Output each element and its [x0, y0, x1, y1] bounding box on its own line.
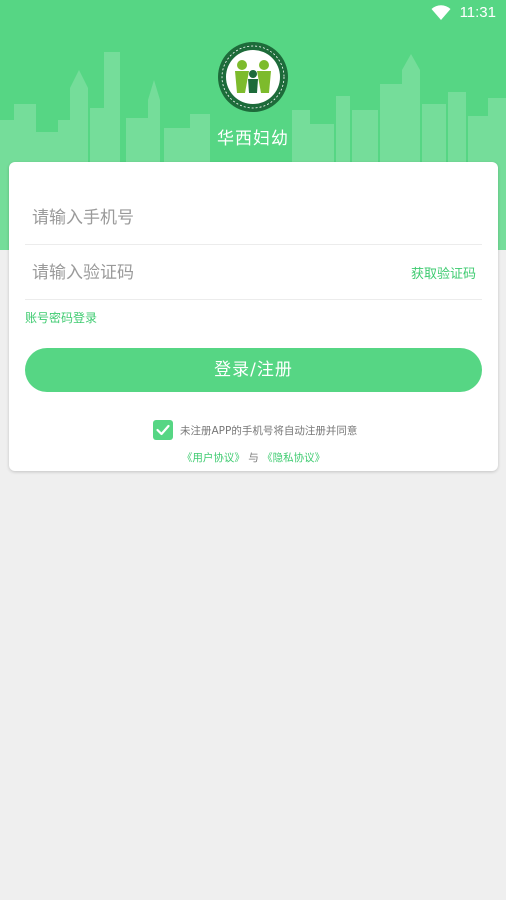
status-time: 11:31: [459, 4, 496, 21]
code-field-row: 获取验证码: [25, 244, 482, 301]
login-register-button[interactable]: 登录/注册: [25, 348, 482, 392]
wifi-icon: [431, 5, 451, 20]
phone-input[interactable]: [30, 189, 394, 246]
app-name: 华西妇幼: [217, 129, 289, 149]
privacy-policy-link[interactable]: 《隐私协议》: [262, 452, 325, 464]
phone-field-row: [25, 189, 482, 246]
user-agreement-link[interactable]: 《用户协议》: [182, 452, 245, 464]
status-bar: 11:31: [0, 0, 506, 28]
and-text: 与: [248, 452, 259, 464]
get-code-button[interactable]: 获取验证码: [411, 263, 476, 282]
password-login-link[interactable]: 账号密码登录: [25, 309, 97, 326]
agreement-links: 《用户协议》 与 《隐私协议》: [9, 450, 498, 465]
login-card: 获取验证码 账号密码登录 登录/注册 未注册APP的手机号将自动注册并同意 《用…: [9, 162, 498, 471]
verification-code-input[interactable]: [30, 244, 394, 301]
agree-checkbox[interactable]: [153, 420, 173, 440]
check-icon: [156, 424, 170, 436]
hospital-logo-icon: [218, 42, 288, 112]
agreement-text: 未注册APP的手机号将自动注册并同意: [180, 425, 358, 437]
